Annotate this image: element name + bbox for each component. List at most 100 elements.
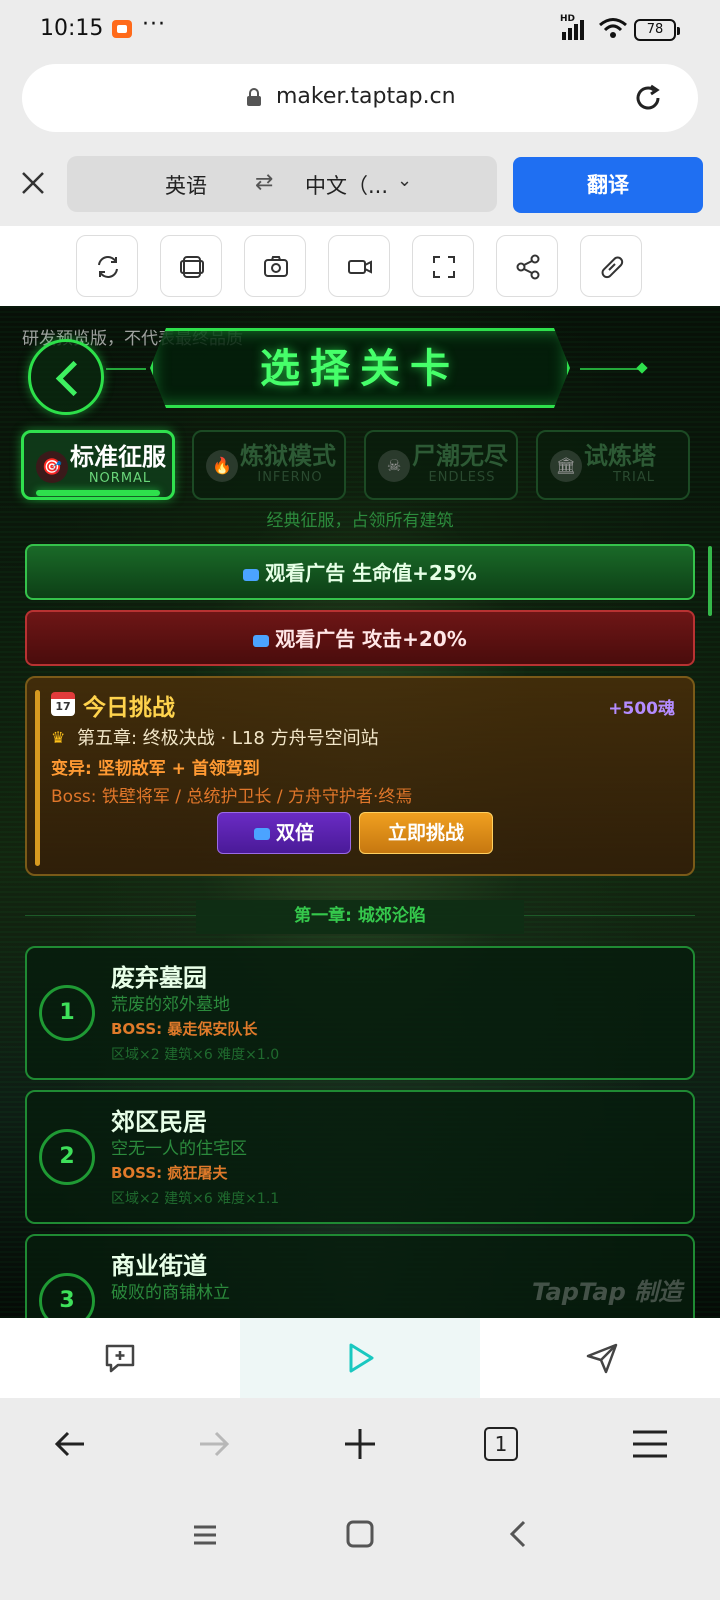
daily-bosses: Boss: 铁壁将军 / 总统护卫长 / 方舟守护者·终焉 xyxy=(51,787,413,807)
screenshot-tool-button[interactable] xyxy=(244,235,306,297)
link-icon xyxy=(601,256,624,279)
title-decoration xyxy=(106,368,146,370)
tab-title: 标准征服 xyxy=(70,443,166,471)
skull-icon: ☠ xyxy=(378,450,410,482)
back-button[interactable] xyxy=(28,339,104,415)
tv-icon xyxy=(243,569,260,581)
tv-icon xyxy=(253,635,270,647)
level-boss: BOSS: 暴走保安队长 xyxy=(111,1020,258,1038)
tab-subtitle: TRIAL xyxy=(613,470,655,485)
level-card[interactable]: 1 废弃墓园 荒废的郊外墓地 BOSS: 暴走保安队长 区域×2 建筑×6 难度… xyxy=(25,946,695,1080)
tab-title: 炼狱模式 xyxy=(240,442,336,470)
tab-count-button[interactable]: 1 xyxy=(484,1427,518,1461)
status-bar: 10:15 ··· HD 78 xyxy=(0,0,720,60)
tab-title: 试炼塔 xyxy=(584,442,656,470)
level-description: 空无一人的住宅区 xyxy=(111,1139,247,1159)
tv-icon xyxy=(253,828,270,840)
address-bar[interactable]: maker.taptap.cn xyxy=(22,64,698,132)
level-name: 废弃墓园 xyxy=(111,964,207,992)
calendar-icon: 17 xyxy=(51,692,75,716)
browser-nav: 1 xyxy=(0,1398,720,1488)
share-tool-button[interactable] xyxy=(496,235,558,297)
active-tab-indicator xyxy=(36,490,160,496)
menu-icon[interactable] xyxy=(630,1424,670,1464)
play-icon[interactable] xyxy=(342,1340,378,1376)
back-arrow-icon[interactable] xyxy=(50,1424,90,1464)
fullscreen-tool-button[interactable] xyxy=(412,235,474,297)
system-back-icon[interactable] xyxy=(504,1518,534,1550)
watch-ad-attack-button[interactable]: 观看广告 攻击+20% xyxy=(25,610,695,666)
refresh-tool-button[interactable] xyxy=(76,235,138,297)
mode-description: 经典征服，占领所有建筑 xyxy=(266,511,454,531)
signal-icon xyxy=(560,18,590,40)
comment-icon[interactable] xyxy=(102,1340,138,1376)
send-icon[interactable] xyxy=(584,1340,620,1376)
reload-icon[interactable] xyxy=(632,82,664,114)
link-tool-button[interactable] xyxy=(580,235,642,297)
daily-stage: 第五章: 终极决战 · L18 方舟号空间站 xyxy=(77,728,379,749)
status-time: 10:15 xyxy=(40,16,104,41)
record-tool-button[interactable] xyxy=(328,235,390,297)
home-icon[interactable] xyxy=(344,1518,376,1550)
tab-subtitle: INFERNO xyxy=(257,470,323,485)
forward-arrow-icon[interactable] xyxy=(194,1424,234,1464)
level-card[interactable]: 2 郊区民居 空无一人的住宅区 BOSS: 疯狂屠夫 区域×2 建筑×6 难度×… xyxy=(25,1090,695,1224)
chevron-down-icon[interactable]: ⌄ xyxy=(397,170,412,191)
refresh-icon xyxy=(98,256,118,278)
translate-button[interactable]: 翻译 xyxy=(513,157,703,213)
source-language[interactable]: 英语 xyxy=(165,170,207,200)
level-name: 郊区民居 xyxy=(111,1108,207,1136)
double-label: 双倍 xyxy=(275,822,314,844)
taptap-watermark: TapTap 制造 xyxy=(532,1278,683,1306)
level-number: 2 xyxy=(39,1129,95,1185)
swap-languages-icon[interactable]: ⇄ xyxy=(255,170,273,195)
scrollbar[interactable] xyxy=(708,546,712,616)
title-decoration xyxy=(580,368,640,370)
level-number: 1 xyxy=(39,985,95,1041)
tab-endless[interactable]: ☠ 尸潮无尽 ENDLESS xyxy=(364,430,518,500)
chapter-title: 第一章: 城郊沦陷 xyxy=(196,900,524,934)
level-description: 破败的商铺林立 xyxy=(111,1283,230,1303)
recent-apps-icon[interactable] xyxy=(190,1520,220,1550)
tab-subtitle: ENDLESS xyxy=(428,470,496,485)
copy-tool-button[interactable] xyxy=(160,235,222,297)
target-language[interactable]: 中文（... xyxy=(305,170,388,200)
temple-icon: 🏛 xyxy=(550,450,582,482)
level-boss: BOSS: 疯狂屠夫 xyxy=(111,1164,228,1182)
crown-icon: ♛ xyxy=(51,728,66,747)
system-navigation xyxy=(0,1488,720,1600)
tab-title: 尸潮无尽 xyxy=(412,442,508,470)
close-icon[interactable] xyxy=(20,170,46,196)
page-title: 选择关卡 xyxy=(260,346,460,392)
ad-hp-label: 观看广告 生命值+25% xyxy=(265,561,477,585)
daily-mutation: 变异: 坚韧敌军 + 首领驾到 xyxy=(51,759,260,779)
screen-record-icon xyxy=(112,20,132,38)
battery-icon: 78 xyxy=(634,19,680,41)
daily-title: 今日挑战 xyxy=(83,695,175,721)
daily-challenge-card: 17 今日挑战 +500魂 ♛ 第五章: 终极决战 · L18 方舟号空间站 变… xyxy=(25,676,695,876)
game-canvas[interactable]: 研发预览版，不代表最终品质 选择关卡 🎯 标准征服 NORMAL 🔥 炼狱模式 … xyxy=(0,306,720,1318)
level-description: 荒废的郊外墓地 xyxy=(111,995,230,1015)
url-text[interactable]: maker.taptap.cn xyxy=(276,84,456,109)
new-tab-icon[interactable] xyxy=(340,1424,380,1464)
double-reward-button[interactable]: 双倍 xyxy=(217,812,351,854)
screenshot-icon xyxy=(264,256,288,277)
watch-ad-hp-button[interactable]: 观看广告 生命值+25% xyxy=(25,544,695,600)
bottom-toolbar xyxy=(0,1318,720,1398)
ad-attack-label: 观看广告 攻击+20% xyxy=(275,627,467,651)
share-icon xyxy=(516,254,540,280)
tab-subtitle: NORMAL xyxy=(88,471,152,486)
wifi-icon xyxy=(599,18,627,38)
target-icon: 🎯 xyxy=(36,451,68,483)
tab-trial[interactable]: 🏛 试炼塔 TRIAL xyxy=(536,430,690,500)
more-notifications-icon: ··· xyxy=(142,12,166,37)
fullscreen-icon xyxy=(433,256,455,278)
tab-inferno[interactable]: 🔥 炼狱模式 INFERNO xyxy=(192,430,346,500)
level-stats: 区域×2 建筑×6 难度×1.1 xyxy=(111,1191,280,1207)
language-selector[interactable]: 英语 ⇄ 中文（... ⌄ xyxy=(67,156,497,212)
page-tools xyxy=(0,226,720,306)
translate-bar: 英语 ⇄ 中文（... ⌄ 翻译 xyxy=(0,142,720,226)
challenge-now-button[interactable]: 立即挑战 xyxy=(359,812,493,854)
level-stats: 区域×2 建筑×6 难度×1.0 xyxy=(111,1047,280,1063)
level-name: 商业街道 xyxy=(111,1252,207,1280)
